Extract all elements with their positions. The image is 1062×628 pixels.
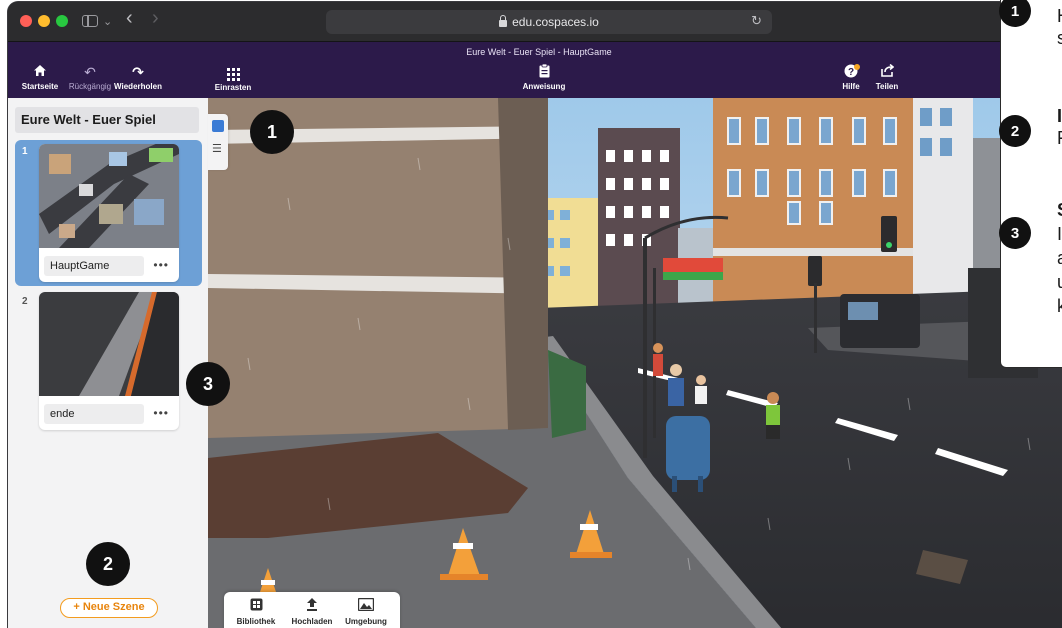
legend-3-line-4: u (1057, 271, 1062, 293)
legend-badge-1: 1 (999, 0, 1031, 27)
panel-tabs: ☰ (208, 114, 228, 170)
help-icon: ? (836, 64, 866, 80)
scene-name[interactable]: HauptGame (44, 256, 144, 276)
reload-icon[interactable]: ↻ (751, 13, 762, 29)
upload-icon (282, 598, 342, 614)
scene-number: 1 (22, 146, 28, 157)
legend-badge-2: 2 (999, 115, 1031, 147)
library-label: Bibliothek (236, 617, 276, 626)
scene-thumbnail (39, 292, 179, 396)
legend-3-line-1: S (1057, 199, 1062, 221)
snap-label: Einrasten (214, 83, 252, 92)
clipboard-icon (516, 63, 572, 80)
redo-label: Wiederholen (114, 82, 162, 91)
url-text: edu.cospaces.io (512, 15, 599, 29)
legend-3-line-5: k (1057, 296, 1062, 316)
home-icon (18, 64, 62, 80)
redo-button[interactable]: ↷ Wiederholen (110, 64, 166, 91)
callout-legend: 1 S H s 2 I F 3 S I a u k (999, 0, 1062, 368)
snap-button[interactable]: Einrasten (208, 64, 258, 92)
environment-label: Umgebung (345, 617, 387, 626)
scene-more-icon[interactable]: ••• (153, 404, 169, 422)
annotation-badge-1: 1 (250, 110, 294, 154)
legend-3-line-2: I (1057, 224, 1062, 244)
sidebar-toggle-icon[interactable] (82, 15, 98, 27)
chevron-down-icon[interactable]: ⌄ (103, 12, 112, 32)
share-label: Teilen (875, 82, 899, 91)
scene-card[interactable]: ende ••• (39, 292, 179, 430)
legend-2-line-1: I (1057, 106, 1062, 126)
annotation-badge-2: 2 (86, 542, 130, 586)
scene-item-ende[interactable]: 2 ende ••• (15, 290, 202, 436)
notification-dot (854, 64, 860, 70)
library-icon (228, 598, 284, 614)
minimize-window-button[interactable] (38, 15, 50, 27)
annotation-badge-3: 3 (186, 362, 230, 406)
upload-label: Hochladen (291, 617, 333, 626)
svg-text:?: ? (848, 67, 854, 78)
forward-button[interactable]: › (152, 8, 159, 28)
scene-more-icon[interactable]: ••• (153, 256, 169, 274)
task-label: Anweisung (522, 82, 566, 91)
redo-icon: ↷ (132, 64, 144, 80)
app-header: Eure Welt - Euer Spiel - HauptGame Start… (8, 42, 1062, 98)
document-title: Eure Welt - Euer Spiel - HauptGame (466, 47, 612, 57)
library-button[interactable]: Bibliothek (228, 598, 284, 626)
bottom-toolbar: Bibliothek Hochladen Umgebung (224, 592, 400, 628)
project-title[interactable]: Eure Welt - Euer Spiel (15, 107, 199, 133)
task-button[interactable]: Anweisung (516, 63, 572, 91)
scene-item-hauptgame[interactable]: 1 HauptGame ••• (15, 140, 202, 286)
legend-3-line-3: a (1057, 247, 1062, 269)
zoom-window-button[interactable] (56, 15, 68, 27)
close-window-button[interactable] (20, 15, 32, 27)
share-button[interactable]: Teilen (870, 63, 904, 91)
legend-1-line-2: H (1057, 5, 1062, 27)
back-button[interactable]: ‹ (126, 8, 133, 28)
browser-titlebar: ⌄ ‹ › edu.cospaces.io ↻ (8, 2, 1062, 42)
scene-viewport[interactable] (208, 98, 1062, 628)
help-label: Hilfe (842, 82, 860, 91)
legend-badge-3: 3 (999, 217, 1031, 249)
lock-icon (499, 15, 508, 27)
legend-1-line-3: s (1057, 28, 1062, 48)
share-icon (870, 63, 904, 80)
home-label: Startseite (21, 82, 59, 91)
scene-name[interactable]: ende (44, 404, 144, 424)
undo-label: Rückgängig (68, 82, 112, 91)
grid-icon (226, 68, 240, 81)
scene-3d-render (208, 98, 1062, 628)
scene-number: 2 (22, 296, 28, 307)
help-button[interactable]: ? Hilfe (836, 64, 866, 91)
upload-button[interactable]: Hochladen (282, 598, 342, 626)
landscape-icon (336, 597, 396, 614)
list-tab-icon[interactable]: ☰ (212, 144, 222, 155)
new-scene-button[interactable]: + Neue Szene (60, 598, 158, 618)
environment-button[interactable]: Umgebung (336, 597, 396, 626)
legend-2-line-2: F (1057, 127, 1062, 149)
scene-thumbnail (39, 144, 179, 248)
scenes-tab-icon[interactable] (212, 120, 224, 132)
scene-card[interactable]: HauptGame ••• (39, 144, 179, 282)
browser-window: ⌄ ‹ › edu.cospaces.io ↻ Eure Welt - Euer… (8, 2, 1062, 628)
home-button[interactable]: Startseite (18, 64, 62, 91)
address-bar[interactable]: edu.cospaces.io ↻ (326, 10, 772, 34)
